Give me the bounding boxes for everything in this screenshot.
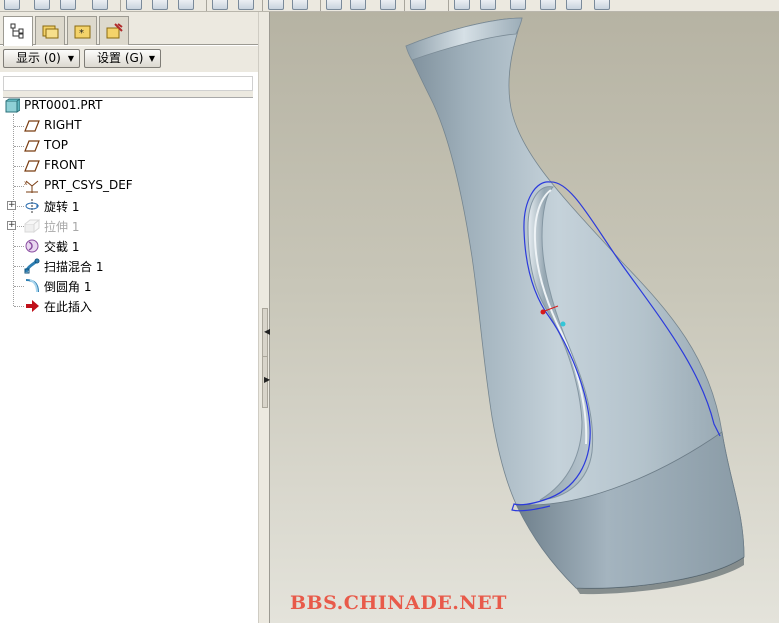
reorient-icon[interactable] bbox=[510, 0, 526, 10]
tree-item-label: 在此插入 bbox=[44, 300, 93, 314]
tree-item-label: 交截 1 bbox=[44, 240, 80, 254]
chevron-down-icon: ▼ bbox=[148, 54, 155, 63]
watermark: BBS.CHINADE.NET bbox=[290, 592, 507, 614]
favorites-tab[interactable]: * bbox=[67, 16, 97, 45]
graphics-viewport[interactable]: BBS.CHINADE.NET bbox=[270, 12, 779, 623]
folder-browser-tab[interactable] bbox=[35, 16, 65, 45]
zoom-in-icon[interactable] bbox=[410, 0, 426, 10]
toolbar-separator bbox=[404, 0, 405, 11]
tree-item[interactable]: x PRT_CSYS_DEF bbox=[0, 176, 258, 196]
toolbar-separator bbox=[120, 0, 121, 11]
tree-item[interactable]: + 旋转 1 bbox=[0, 196, 258, 216]
tree-item[interactable]: FRONT bbox=[0, 156, 258, 176]
intersect-icon bbox=[24, 238, 40, 254]
datum-plane-icon bbox=[24, 158, 40, 174]
tree-item-label: 倒圆角 1 bbox=[44, 280, 92, 294]
insert-here-arrow-icon bbox=[24, 298, 40, 314]
tree-item[interactable]: 扫描混合 1 bbox=[0, 256, 258, 276]
print-icon[interactable] bbox=[92, 0, 108, 10]
expand-icon[interactable]: + bbox=[7, 221, 16, 230]
part-icon bbox=[4, 98, 22, 114]
new-icon[interactable] bbox=[4, 0, 20, 10]
show-dropdown[interactable]: 显示 (0) ▼ bbox=[3, 49, 80, 68]
navigator-panel: * 显示 (0) ▼ 设置 (G) ▼ PRT0001.PRT RIGHT TOP F… bbox=[0, 12, 258, 623]
orient-icon[interactable] bbox=[380, 0, 396, 10]
toolbar-separator bbox=[262, 0, 263, 11]
tree-item-label: 扫描混合 1 bbox=[44, 260, 104, 274]
toolbar-separator bbox=[448, 0, 449, 11]
panel-splitter[interactable]: ◀ ▶ bbox=[258, 12, 270, 623]
refit-icon[interactable] bbox=[480, 0, 496, 10]
tree-item-label: FRONT bbox=[44, 158, 85, 172]
connections-tab[interactable] bbox=[99, 16, 129, 45]
main-toolbar bbox=[0, 0, 779, 12]
svg-text:*: * bbox=[79, 28, 84, 39]
tree-search-field[interactable] bbox=[3, 76, 253, 91]
coordinate-system-icon: x bbox=[24, 178, 40, 194]
show-dropdown-label: 显示 (0) bbox=[16, 51, 61, 65]
revolve-icon bbox=[24, 198, 40, 214]
swept-blend-icon bbox=[24, 258, 40, 274]
zoom-out-icon[interactable] bbox=[454, 0, 470, 10]
toolbar-separator bbox=[206, 0, 207, 11]
layers-icon[interactable] bbox=[566, 0, 582, 10]
tree-item[interactable]: 交截 1 bbox=[0, 236, 258, 256]
tree-item[interactable]: TOP bbox=[0, 136, 258, 156]
tree-item[interactable]: RIGHT bbox=[0, 116, 258, 136]
tree-item-label: PRT_CSYS_DEF bbox=[44, 178, 133, 192]
select-box-icon[interactable] bbox=[292, 0, 308, 10]
settings-dropdown-label: 设置 (G) bbox=[97, 51, 144, 65]
datum-plane-icon bbox=[24, 118, 40, 134]
cyan-point-marker bbox=[560, 321, 566, 327]
saved-views-icon[interactable] bbox=[540, 0, 556, 10]
vase-model[interactable] bbox=[270, 12, 779, 623]
settings-dropdown[interactable]: 设置 (G) ▼ bbox=[84, 49, 161, 68]
tree-item-label: 拉伸 1 bbox=[44, 220, 80, 234]
tree-root-part[interactable]: PRT0001.PRT bbox=[0, 96, 258, 116]
collapse-handle[interactable]: ◀ bbox=[262, 308, 270, 360]
extrude-icon bbox=[24, 218, 41, 234]
redo-icon[interactable] bbox=[152, 0, 168, 10]
undo-icon[interactable] bbox=[126, 0, 142, 10]
copy-icon[interactable] bbox=[212, 0, 228, 10]
save-icon[interactable] bbox=[60, 0, 76, 10]
round-icon bbox=[24, 278, 40, 294]
display-style-icon[interactable] bbox=[594, 0, 610, 10]
open-icon[interactable] bbox=[34, 0, 50, 10]
regenerate-icon[interactable] bbox=[178, 0, 194, 10]
navigator-filter-bar: 显示 (0) ▼ 设置 (G) ▼ bbox=[0, 46, 258, 72]
navigator-tabs: * bbox=[0, 12, 258, 46]
datum-plane-icon bbox=[24, 138, 40, 154]
toolbar-separator bbox=[320, 0, 321, 11]
tree-item-label: 旋转 1 bbox=[44, 200, 80, 214]
repaint-icon[interactable] bbox=[326, 0, 342, 10]
spin-center-icon[interactable] bbox=[350, 0, 366, 10]
tree-item-label: RIGHT bbox=[44, 118, 82, 132]
paste-icon[interactable] bbox=[238, 0, 254, 10]
expand-icon[interactable]: + bbox=[7, 201, 16, 210]
tree-item[interactable]: 在此插入 bbox=[0, 296, 258, 316]
svg-text:x: x bbox=[24, 180, 28, 187]
find-icon[interactable] bbox=[268, 0, 284, 10]
expand-handle[interactable]: ▶ bbox=[262, 356, 270, 408]
tree-item[interactable]: 倒圆角 1 bbox=[0, 276, 258, 296]
tree-item[interactable]: + 拉伸 1 bbox=[0, 216, 258, 236]
chevron-down-icon: ▼ bbox=[67, 54, 74, 63]
tree-item-label: TOP bbox=[44, 138, 69, 152]
datum-point-marker[interactable] bbox=[540, 309, 546, 315]
tree-item-label: PRT0001.PRT bbox=[24, 98, 103, 112]
model-tree-tab[interactable] bbox=[3, 16, 33, 46]
